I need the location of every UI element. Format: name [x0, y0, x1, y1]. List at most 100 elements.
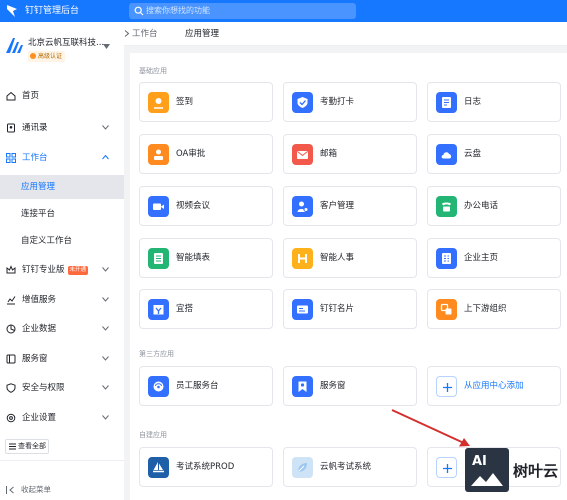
app-label: 员工服务台: [176, 381, 219, 391]
app-icon-tile: [148, 248, 169, 269]
data-icon: [6, 324, 16, 334]
window-icon: [6, 354, 16, 364]
app-icon-tile: [292, 376, 313, 397]
app-icon-tile: [436, 376, 457, 397]
nav-label: 钉钉专业版 未开通: [22, 265, 89, 275]
home-icon: [6, 91, 16, 101]
app-label: 考试系统PROD: [176, 462, 235, 472]
app-card[interactable]: 上下游组织: [427, 289, 561, 329]
breadcrumb: 工作台 应用管理: [124, 22, 567, 46]
nav-item-security[interactable]: 安全与权限: [0, 376, 124, 400]
hr-icon: [298, 254, 307, 263]
grid-icon: [6, 153, 16, 163]
nav-item-enterprise-settings[interactable]: 企业设置: [0, 406, 124, 430]
log-icon: [442, 97, 451, 108]
app-card[interactable]: 视频会议: [139, 186, 273, 226]
app-card[interactable]: 智能填表: [139, 238, 273, 278]
app-card[interactable]: OA审批: [139, 134, 273, 174]
nav-label: 通讯录: [22, 123, 48, 133]
app-card[interactable]: 企业主页: [427, 238, 561, 278]
certification-badge: 高级认证: [28, 51, 66, 62]
app-icon-tile: [292, 92, 313, 113]
app-card[interactable]: 钉钉名片: [283, 289, 417, 329]
app-label: 云帆考试系统: [320, 462, 372, 472]
app-icon-tile: [436, 248, 457, 269]
app-card[interactable]: 智能人事: [283, 238, 417, 278]
view-all-label: 查看全部: [18, 442, 46, 450]
app-label: 客户管理: [320, 201, 355, 211]
app-card[interactable]: 服务窗: [283, 366, 417, 406]
collapse-label: 收起菜单: [21, 485, 51, 494]
collapse-icon: [6, 486, 14, 494]
app-icon-tile: [292, 457, 313, 478]
nav-label: 连接平台: [21, 209, 56, 219]
customer-icon: [297, 201, 309, 212]
nav-item-home[interactable]: 首页: [0, 84, 124, 108]
list-icon: [9, 443, 16, 450]
app-card[interactable]: 签到: [139, 82, 273, 122]
app-label: 上下游组织: [464, 304, 507, 314]
add-app-card[interactable]: 从应用中心添加: [427, 366, 561, 406]
nav-item-connect-platform[interactable]: 连接平台: [0, 202, 124, 226]
search-placeholder: 搜索你想找的功能: [146, 6, 210, 15]
app-card[interactable]: 员工服务台: [139, 366, 273, 406]
nav-label: 增值服务: [22, 295, 57, 305]
app-label: 视频会议: [176, 201, 211, 211]
app-card[interactable]: 日志: [427, 82, 561, 122]
app-card[interactable]: 云盘: [427, 134, 561, 174]
chevron-down-icon: [102, 356, 109, 361]
breadcrumb-root[interactable]: 工作台: [132, 28, 158, 40]
app-card[interactable]: 邮箱: [283, 134, 417, 174]
search-input[interactable]: 搜索你想找的功能: [129, 3, 356, 19]
yida-icon: [153, 305, 164, 315]
nav-item-dingtalk-pro[interactable]: 钉钉专业版 未开通: [0, 258, 124, 282]
watermark-text: 树叶云: [513, 462, 559, 480]
view-all-button[interactable]: 查看全部: [5, 439, 49, 454]
divider: [0, 460, 124, 461]
mail-icon: [297, 151, 308, 159]
app-card[interactable]: 宜搭: [139, 289, 273, 329]
sidebar: 北京云帆互联科技... 高级认证 首页 通讯录 工作台 应用管理 连接平台 自定…: [0, 22, 124, 500]
app-icon-tile: [148, 144, 169, 165]
app-icon-tile: [436, 457, 457, 478]
app-label: 企业主页: [464, 253, 499, 263]
app-card[interactable]: 考勤打卡: [283, 82, 417, 122]
sailboat-icon: [153, 462, 164, 473]
app-icon-tile: [436, 196, 457, 217]
app-label: 钉钉名片: [320, 304, 355, 314]
nav-item-custom-workbench[interactable]: 自定义工作台: [0, 229, 124, 253]
app-icon-tile: [292, 196, 313, 217]
chevron-down-icon: [102, 297, 109, 302]
nav-item-service-window[interactable]: 服务窗: [0, 347, 124, 371]
watermark: AI 树叶云: [465, 445, 567, 500]
app-card[interactable]: 考试系统PROD: [139, 447, 273, 487]
nav-label: 首页: [22, 91, 40, 101]
app-icon-tile: [292, 144, 313, 165]
app-card[interactable]: 办公电话: [427, 186, 561, 226]
nav-label: 应用管理: [21, 182, 56, 192]
nav-label: 工作台: [22, 153, 48, 163]
plus-icon: [443, 383, 452, 392]
cloud-icon: [441, 152, 452, 159]
nav-label: 服务窗: [22, 354, 48, 364]
nav-item-app-management[interactable]: 应用管理: [0, 175, 124, 199]
app-card[interactable]: 云帆考试系统: [283, 447, 417, 487]
nav-item-workbench[interactable]: 工作台: [0, 146, 124, 170]
location-icon: [154, 98, 163, 109]
app-icon-tile: [436, 299, 457, 320]
nav-item-value-added[interactable]: 增值服务: [0, 288, 124, 312]
chevron-up-icon: [102, 155, 109, 160]
app-management-panel: 基础应用 第三方应用 自建应用 签到 考勤打卡 日志 OA审批 邮箱 云盘 视频会议 客户管理…: [130, 53, 567, 500]
contacts-icon: [7, 123, 15, 133]
search-icon: [134, 6, 144, 16]
breadcrumb-current: 应用管理: [185, 29, 220, 39]
org-switcher[interactable]: 北京云帆互联科技... 高级认证: [0, 22, 124, 74]
nav-item-contacts[interactable]: 通讯录: [0, 116, 124, 140]
app-card[interactable]: 客户管理: [283, 186, 417, 226]
chevron-down-icon: [102, 326, 109, 331]
video-icon: [153, 203, 164, 210]
app-label: 从应用中心添加: [464, 381, 524, 391]
nav-label: 企业设置: [22, 413, 57, 423]
nav-item-enterprise-data[interactable]: 企业数据: [0, 317, 124, 341]
chevron-down-icon: [102, 415, 109, 420]
